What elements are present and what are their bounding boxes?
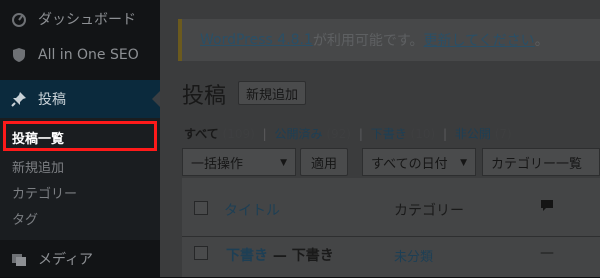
category-filter-value: カテゴリー一覧 [491,156,583,172]
row-title: 下書き — 下書き [226,245,334,265]
add-new-button[interactable]: 新規追加 [238,81,306,105]
wordpress-version-link[interactable]: WordPress 4.8.1 [200,32,313,48]
filter-published[interactable]: 公開済み [275,127,323,141]
page-title: 投稿 [182,84,227,109]
highlight-box [3,121,157,151]
column-title[interactable]: タイトル [224,200,280,220]
pin-icon [10,90,28,108]
filter-private[interactable]: 非公開 [455,127,491,141]
main-content: WordPress 4.8.1 が利用可能です。 更新してください 。 投稿 新… [160,0,600,277]
filter-separator: | [443,127,448,141]
update-link[interactable]: 更新してください [424,30,535,50]
row-checkbox[interactable] [194,246,208,260]
current-menu-arrow [152,91,160,107]
dashboard-icon [10,10,28,28]
filter-private-count: (7) [494,127,512,141]
app-window: ダッシュボード All in One SEO 投稿 投稿一覧 新規追加 カテゴリ… [0,0,600,277]
date-filter-select[interactable]: すべての日付 ▼ [362,148,476,176]
posts-table: タイトル カテゴリー 下書き — 下書き 未分類 — [182,178,600,277]
submenu-item-add-new[interactable]: 新規追加 [12,157,64,176]
admin-sidebar: ダッシュボード All in One SEO 投稿 投稿一覧 新規追加 カテゴリ… [0,0,160,277]
sidebar-item-label: All in One SEO [38,47,139,63]
status-filters: すべて (109) | 公開済み (92) | 下書き (10) | 非公開 (… [184,125,512,142]
sidebar-item-label: メディア [38,252,94,268]
table-row: 下書き — 下書き 未分類 — [182,237,600,277]
filter-draft[interactable]: 下書き [371,127,407,141]
category-filter-select[interactable]: カテゴリー一覧 [482,148,600,176]
notice-text: が利用可能です。 [312,33,424,49]
sidebar-item-label: ダッシュボード [38,12,136,28]
submenu-item-tags[interactable]: タグ [12,209,38,228]
notice-end: 。 [534,33,549,49]
filter-separator: | [262,127,267,141]
column-category: カテゴリー [394,203,464,219]
comment-icon[interactable] [540,198,554,212]
post-title-link[interactable]: 下書き [226,248,268,264]
chevron-down-icon: ▼ [460,158,467,168]
sidebar-item-seo[interactable]: All in One SEO [0,36,160,74]
select-all-checkbox[interactable] [194,201,208,215]
shield-icon [10,46,28,64]
chevron-down-icon: ▼ [280,158,287,168]
sidebar-item-posts[interactable]: 投稿 [0,80,160,118]
table-header: タイトル カテゴリー [182,178,600,237]
update-notice: WordPress 4.8.1 が利用可能です。 更新してください 。 [178,19,600,61]
apply-button[interactable]: 適用 [300,148,348,176]
filter-all-count: (109) [222,127,255,141]
bulk-action-select[interactable]: 一括操作 ▼ [182,148,296,176]
date-filter-value: すべての日付 [371,156,448,172]
filter-published-count: (92) [326,127,351,141]
submenu-item-categories[interactable]: カテゴリー [12,183,77,202]
sidebar-item-media[interactable]: メディア [0,240,160,278]
bulk-action-value: 一括操作 [191,156,244,172]
filter-all[interactable]: すべて [184,127,219,141]
filter-separator: | [358,127,363,141]
sidebar-item-label: 投稿 [38,92,66,108]
sidebar-item-dashboard[interactable]: ダッシュボード [0,0,160,38]
media-icon [10,250,28,268]
row-category-link[interactable]: 未分類 [394,246,433,265]
filter-draft-count: (10) [410,127,436,141]
row-comments: — [540,245,554,261]
post-state: — 下書き [268,248,334,264]
